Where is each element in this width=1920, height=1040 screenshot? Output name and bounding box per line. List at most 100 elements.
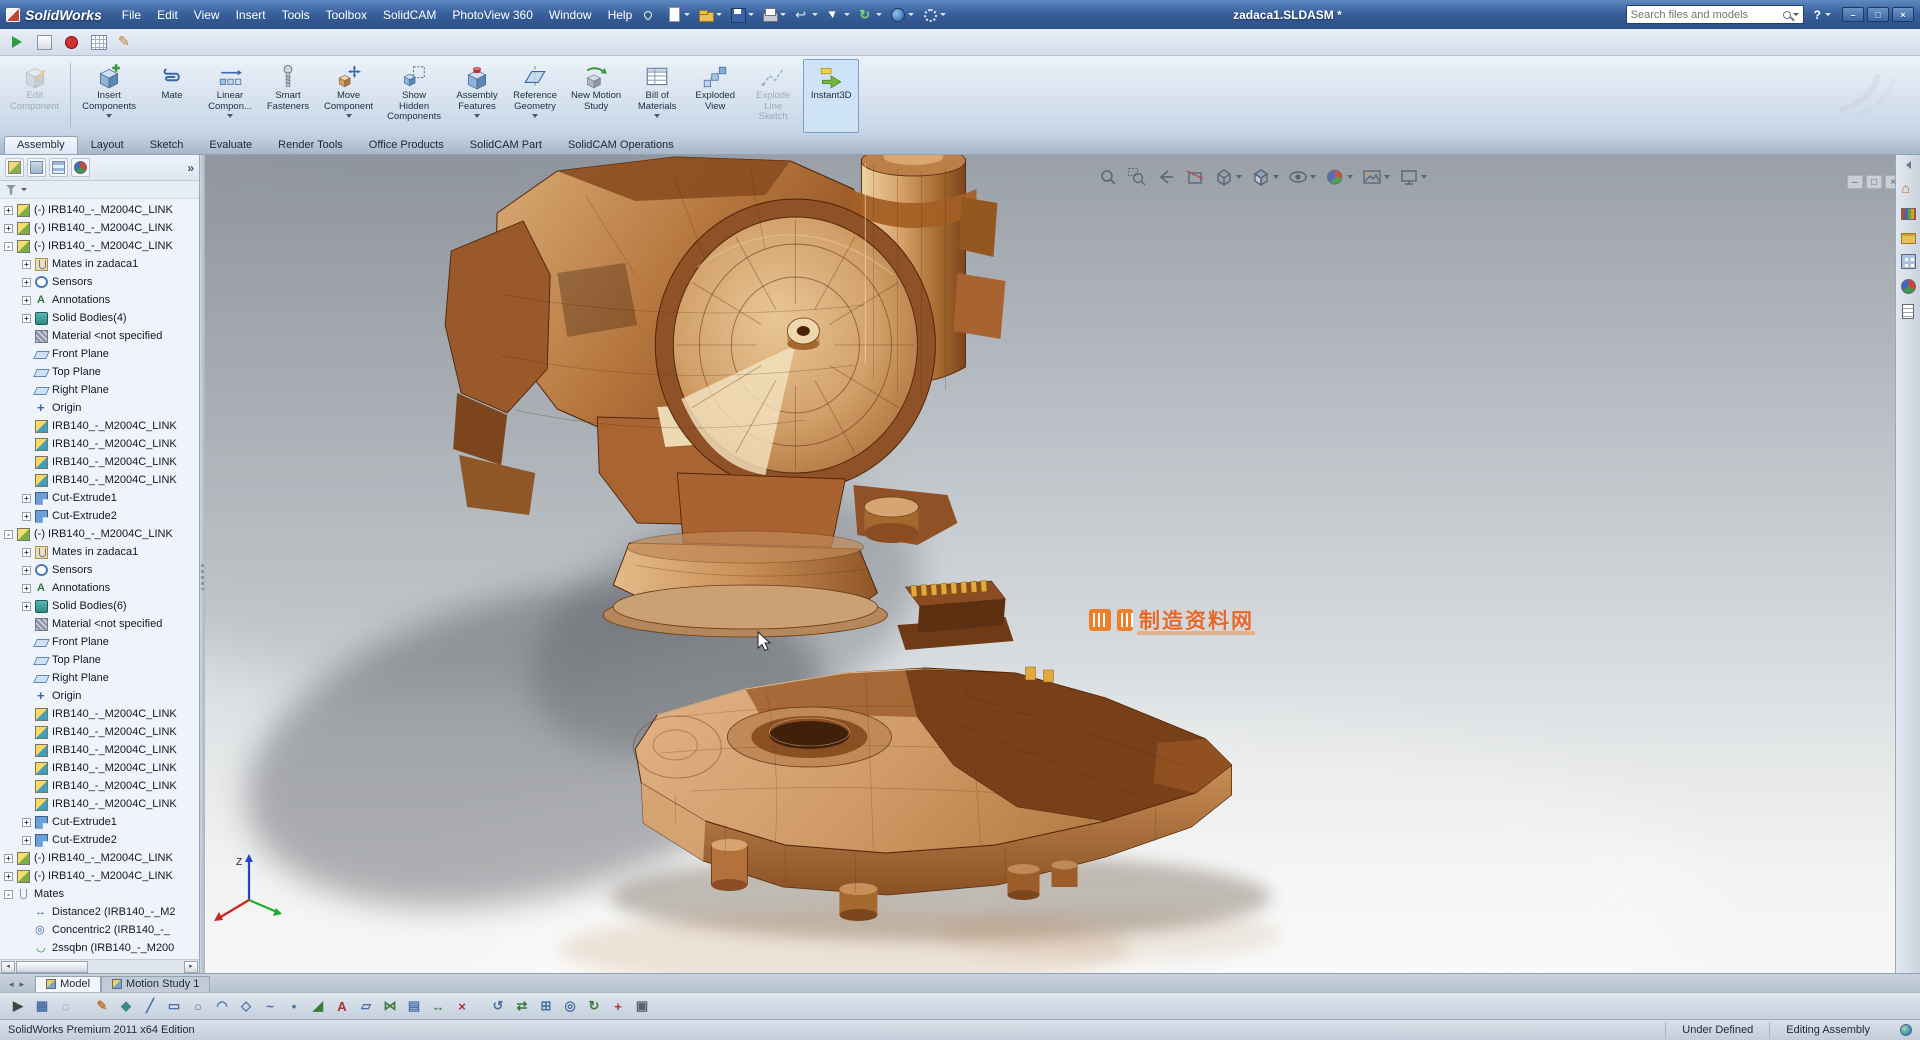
search-input[interactable] bbox=[1631, 9, 1783, 21]
tree-item[interactable]: Origin bbox=[0, 687, 199, 705]
flyout-chevron-icon[interactable] bbox=[474, 114, 480, 118]
scroll-right-button[interactable] bbox=[184, 961, 198, 973]
design-table-icon[interactable] bbox=[89, 33, 107, 51]
tree-expander[interactable] bbox=[4, 872, 13, 881]
explode-line-sketch-button[interactable]: Explode Line Sketch bbox=[745, 59, 801, 133]
undo-sketch-tool[interactable]: ↺ bbox=[488, 996, 508, 1016]
tree-expander[interactable] bbox=[22, 278, 31, 287]
tree-item[interactable]: (-) IRB140_-_M2004C_LINK bbox=[0, 849, 199, 867]
tree-item[interactable]: IRB140_-_M2004C_LINK bbox=[0, 705, 199, 723]
new-frame-icon[interactable] bbox=[35, 33, 53, 51]
flyout-chevron-icon[interactable] bbox=[654, 114, 660, 118]
doc-close-button[interactable] bbox=[1885, 175, 1895, 189]
pin-menu-icon[interactable] bbox=[643, 9, 654, 20]
circle-tool[interactable]: ○ bbox=[188, 996, 208, 1016]
search-chevron-icon[interactable] bbox=[1793, 13, 1799, 16]
tree-item[interactable]: Front Plane bbox=[0, 633, 199, 651]
ribbon-tab[interactable]: Evaluate bbox=[196, 136, 265, 154]
flyout-chevron-icon[interactable] bbox=[346, 114, 352, 118]
select-tool[interactable]: ▶ bbox=[8, 996, 28, 1016]
offset-entities-tool[interactable]: ◎ bbox=[560, 996, 580, 1016]
linear-component-pattern-button[interactable]: Linear Compon... bbox=[202, 59, 258, 133]
ribbon-tab[interactable]: Office Products bbox=[356, 136, 457, 154]
flyout-chevron-icon[interactable] bbox=[532, 114, 538, 118]
bill-of-materials-button[interactable]: Bill of Materials bbox=[629, 59, 685, 133]
tree-item[interactable]: IRB140_-_M2004C_LINK bbox=[0, 759, 199, 777]
tree-expander[interactable] bbox=[22, 602, 31, 611]
help-button[interactable] bbox=[1814, 8, 1831, 22]
show-hidden-components-button[interactable]: Show Hidden Components bbox=[381, 59, 447, 133]
plane-tool[interactable]: ▱ bbox=[356, 996, 376, 1016]
play-macro-icon[interactable] bbox=[8, 33, 26, 51]
search-icon[interactable] bbox=[1783, 11, 1791, 19]
menu-item[interactable]: Toolbox bbox=[318, 4, 375, 26]
tree-item[interactable]: Origin bbox=[0, 399, 199, 417]
filter-funnel-icon[interactable] bbox=[6, 185, 16, 195]
new-motion-study-button[interactable]: New Motion Study bbox=[565, 59, 627, 133]
smart-dimension-tool[interactable]: ◆ bbox=[116, 996, 136, 1016]
edit-appearance-button[interactable] bbox=[886, 4, 917, 26]
tree-expander[interactable] bbox=[4, 854, 13, 863]
ribbon-tab[interactable]: SolidCAM Part bbox=[457, 136, 555, 154]
rebuild-button[interactable] bbox=[854, 4, 885, 26]
tree-item[interactable]: Annotations bbox=[0, 291, 199, 309]
convert-entities-tool[interactable]: ⊞ bbox=[536, 996, 556, 1016]
rectangle-tool[interactable]: ▭ bbox=[164, 996, 184, 1016]
tree-horizontal-scrollbar[interactable] bbox=[0, 959, 199, 973]
ribbon-tab[interactable]: Render Tools bbox=[265, 136, 356, 154]
open-button[interactable] bbox=[694, 4, 725, 26]
tree-expander[interactable] bbox=[4, 890, 13, 899]
tree-expander[interactable] bbox=[4, 206, 13, 215]
line-tool[interactable]: ╱ bbox=[140, 996, 160, 1016]
tree-expander[interactable] bbox=[22, 584, 31, 593]
edit-component-button[interactable]: Edit Component bbox=[4, 59, 65, 133]
tree-item[interactable]: Mates bbox=[0, 885, 199, 903]
tree-item[interactable]: (-) IRB140_-_M2004C_LINK bbox=[0, 201, 199, 219]
box-select-tool[interactable]: ▦ bbox=[32, 996, 52, 1016]
linear-pattern-tool[interactable]: ▤ bbox=[404, 996, 424, 1016]
menu-item[interactable]: Window bbox=[541, 4, 600, 26]
menu-item[interactable]: View bbox=[186, 4, 228, 26]
arc-tool[interactable]: ◠ bbox=[212, 996, 232, 1016]
solidworks-resources-icon[interactable] bbox=[1901, 181, 1916, 196]
filter-chevron-icon[interactable] bbox=[21, 188, 27, 191]
propertymanager-tab[interactable] bbox=[27, 158, 46, 177]
instant3d-button[interactable]: Instant3D bbox=[803, 59, 859, 133]
graphics-viewport[interactable]: 制造资料网 Z bbox=[205, 155, 1895, 973]
spline-tool[interactable]: ~ bbox=[260, 996, 280, 1016]
move-entities-tool[interactable]: ↔ bbox=[428, 996, 448, 1016]
tree-item[interactable]: Distance2 (IRB140_-_M2 bbox=[0, 903, 199, 921]
sketch-tool[interactable]: ✎ bbox=[92, 996, 112, 1016]
view-orientation-button[interactable] bbox=[1214, 167, 1242, 187]
ribbon-tab[interactable]: Layout bbox=[78, 136, 137, 154]
record-macro-icon[interactable] bbox=[62, 33, 80, 51]
tree-item[interactable]: Solid Bodies(6) bbox=[0, 597, 199, 615]
point-tool[interactable]: • bbox=[284, 996, 304, 1016]
lasso-select-tool[interactable]: ◌ bbox=[56, 996, 76, 1016]
tree-item[interactable]: Mates in zadaca1 bbox=[0, 543, 199, 561]
menu-item[interactable]: Help bbox=[600, 4, 641, 26]
undo-button[interactable] bbox=[790, 4, 821, 26]
tree-expander[interactable] bbox=[22, 494, 31, 503]
task-pane-collapse-icon[interactable] bbox=[1906, 161, 1911, 169]
grid-tool[interactable]: ▣ bbox=[632, 996, 652, 1016]
featuremanager-tree-tab[interactable] bbox=[5, 158, 24, 177]
search-box[interactable] bbox=[1626, 5, 1804, 24]
tree-expander[interactable] bbox=[22, 836, 31, 845]
tree-item[interactable]: IRB140_-_M2004C_LINK bbox=[0, 435, 199, 453]
tree-item[interactable]: IRB140_-_M2004C_LINK bbox=[0, 777, 199, 795]
smart-fasteners-button[interactable]: Smart Fasteners bbox=[260, 59, 316, 133]
menu-item[interactable]: PhotoView 360 bbox=[444, 4, 541, 26]
tree-item[interactable]: Mates in zadaca1 bbox=[0, 255, 199, 273]
edit-appearance-button[interactable] bbox=[1325, 167, 1353, 187]
text-tool[interactable]: A bbox=[332, 996, 352, 1016]
tree-expander[interactable] bbox=[22, 314, 31, 323]
tree-item[interactable]: Cut-Extrude1 bbox=[0, 489, 199, 507]
tree-item[interactable]: Cut-Extrude1 bbox=[0, 813, 199, 831]
tree-item[interactable]: 2ssqbn (IRB140_-_M200 bbox=[0, 939, 199, 957]
tree-expander[interactable] bbox=[4, 224, 13, 233]
polygon-tool[interactable]: ◇ bbox=[236, 996, 256, 1016]
document-tab[interactable]: Model bbox=[35, 976, 101, 992]
appearances-scenes-icon[interactable] bbox=[1901, 279, 1916, 294]
panel-more-chevron[interactable]: » bbox=[187, 161, 194, 175]
